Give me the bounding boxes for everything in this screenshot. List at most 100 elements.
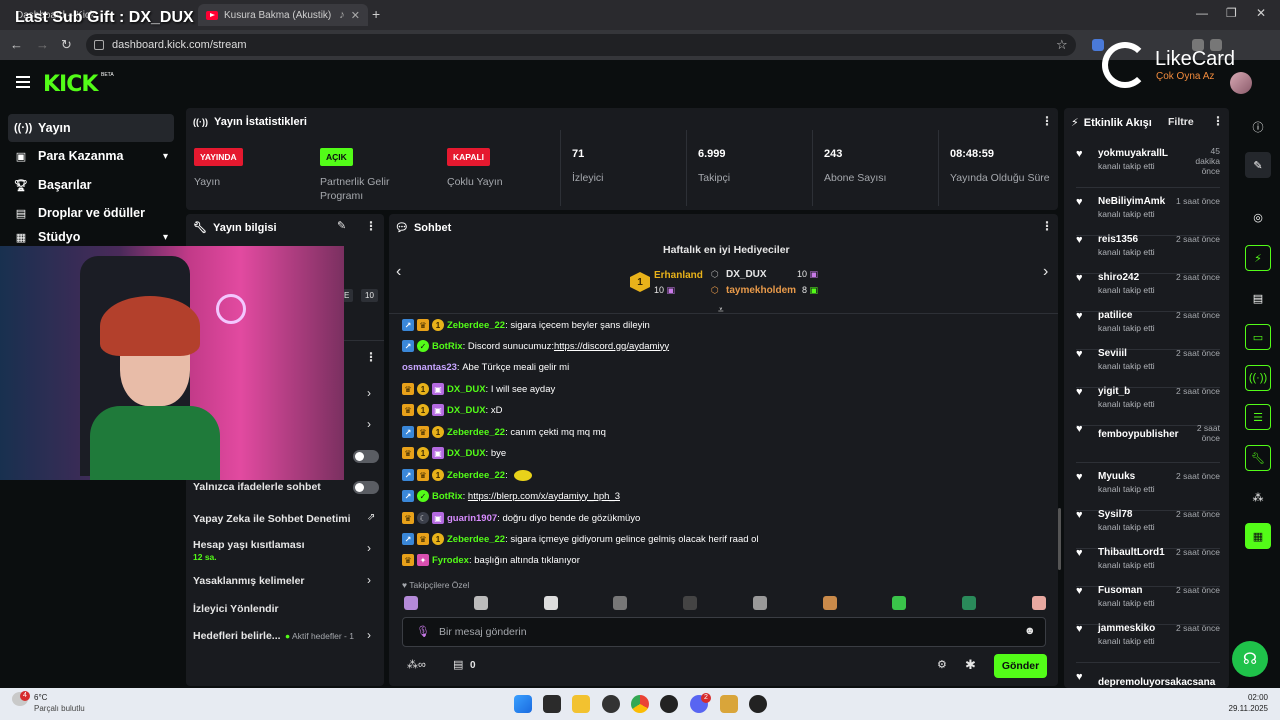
- emote-icon[interactable]: [822, 596, 837, 610]
- chevron-left-icon[interactable]: ‹: [396, 263, 401, 281]
- emote-icon[interactable]: [683, 596, 698, 610]
- activity-event[interactable]: ♥ femboypublisher 2 saat önce: [1076, 419, 1220, 453]
- edit-icon[interactable]: ✎: [1245, 152, 1271, 178]
- external-link-icon[interactable]: ⇗: [367, 512, 375, 523]
- chat-message[interactable]: ↗ ♛ 1 Zeberdee_22: sigara içmeye gidiyorum …: [402, 529, 759, 549]
- redirect-label[interactable]: İzleyici Yönlendir: [193, 603, 279, 615]
- activity-event[interactable]: ♥ reis1356 kanalı takip etti 2 saat önce: [1076, 230, 1220, 264]
- close-tab-icon[interactable]: ✕: [351, 9, 360, 22]
- emote-icon[interactable]: [543, 596, 558, 610]
- clock-date[interactable]: 29.11.2025: [1218, 704, 1268, 713]
- chat-message[interactable]: ♛ 1 ▣ DX_DUX: xD: [402, 400, 502, 420]
- emote-icon[interactable]: [404, 596, 418, 610]
- channel-points-icon[interactable]: ⁂∞: [407, 658, 426, 671]
- support-headset-icon[interactable]: ☊: [1232, 641, 1268, 677]
- gifter-name[interactable]: taymekholdem: [726, 285, 796, 296]
- broadcast-icon[interactable]: ((·)): [1245, 365, 1271, 391]
- emote-icon[interactable]: [613, 596, 628, 610]
- url-field[interactable]: dashboard.kick.com/stream: [86, 34, 1076, 56]
- back-button[interactable]: ←: [10, 37, 23, 52]
- chat-message[interactable]: ♛ 1 ▣ DX_DUX: I will see ayday: [402, 379, 555, 399]
- chat-message[interactable]: ↗ ✓ BotRix: Discord sunucumuz: https://dis…: [402, 336, 669, 356]
- emote-icon[interactable]: [473, 596, 488, 610]
- sidebar-item-yayin[interactable]: ((·)) Yayın: [8, 114, 174, 142]
- sidebar-item-basarilar[interactable]: 🏆︎ Başarılar: [8, 171, 174, 199]
- windows-start-icon[interactable]: [514, 695, 532, 713]
- emote-only-toggle[interactable]: [353, 481, 379, 494]
- info-icon[interactable]: ⓘ: [1245, 114, 1271, 140]
- chrome-icon[interactable]: [631, 695, 649, 713]
- chat-input-placeholder[interactable]: Bir mesaj gönderin: [439, 626, 527, 638]
- chat-message[interactable]: ↗ ♛ 1 Zeberdee_22: sigara içecem beyler şan…: [402, 315, 650, 335]
- chevron-right-icon[interactable]: ›: [367, 628, 371, 642]
- reload-button[interactable]: ↻: [61, 37, 72, 53]
- activity-event[interactable]: ♥ patilice kanalı takip etti 2 saat önce: [1076, 306, 1220, 340]
- activity-event[interactable]: ♥ Seviiil kanalı takip etti 2 saat önce: [1076, 344, 1220, 378]
- chat-settings-gear-icon[interactable]: ⚙: [937, 658, 947, 671]
- age-limit-label[interactable]: Hesap yaşı kısıtlaması: [193, 539, 305, 551]
- chat-menu-button[interactable]: ⋮: [1041, 219, 1053, 233]
- maximize-button[interactable]: ❐: [1226, 6, 1237, 20]
- activity-event[interactable]: ♥ Sysil78 kanalı takip etti 2 saat önce: [1076, 505, 1220, 539]
- layout-icon[interactable]: ☰: [1245, 404, 1271, 430]
- edit-icon[interactable]: ✎: [337, 219, 346, 232]
- user-avatar[interactable]: [1230, 72, 1252, 94]
- wrench-icon[interactable]: 🔧︎: [1245, 445, 1271, 471]
- chevron-right-icon[interactable]: ›: [367, 386, 371, 400]
- activity-event[interactable]: ♥ Fusoman kanalı takip etti 2 saat önce: [1076, 581, 1220, 615]
- emoji-picker-icon[interactable]: ☻: [1024, 625, 1036, 637]
- chat-message[interactable]: ♛ ✦ Fyrodex: başlığın altında tıklanıyor: [402, 550, 580, 570]
- settings-menu-button[interactable]: ⋮: [365, 350, 377, 364]
- bookmark-star-icon[interactable]: ☆: [1056, 37, 1068, 53]
- chat-message[interactable]: ↗ ♛ 1 Zeberdee_22:: [402, 465, 533, 485]
- pinned-collapse-icon[interactable]: ⩡: [718, 305, 724, 316]
- toggle-switch[interactable]: [353, 450, 379, 463]
- activity-event[interactable]: ♥ NeBiliyimAmk kanalı takip etti 1 saat önc…: [1076, 192, 1220, 226]
- discord-link[interactable]: https://discord.gg/aydamiyy: [554, 341, 669, 352]
- emote-icon[interactable]: [752, 596, 767, 610]
- drops-icon[interactable]: ⁂: [1245, 484, 1271, 510]
- chevron-right-icon[interactable]: ›: [367, 573, 371, 587]
- chat-message[interactable]: ♛ 1 ▣ DX_DUX: bye: [402, 443, 506, 463]
- activity-event[interactable]: ♥ jammeskiko kanalı takip etti 2 saat önce: [1076, 619, 1220, 653]
- close-window-button[interactable]: ✕: [1256, 6, 1266, 20]
- blerp-link[interactable]: https://blerp.com/x/aydamiyy_hph_3: [468, 491, 620, 502]
- file-explorer-icon[interactable]: [572, 695, 590, 713]
- chevron-right-icon[interactable]: ›: [367, 541, 371, 555]
- activity-username[interactable]: depremoluyorsakacsana: [1098, 677, 1220, 688]
- sidebar-item-droplar[interactable]: ▤ Droplar ve ödüller: [8, 199, 174, 227]
- store-icon[interactable]: ▤: [453, 658, 463, 671]
- chat-icon[interactable]: ▭: [1245, 324, 1271, 350]
- app-g-icon[interactable]: [660, 695, 678, 713]
- send-button[interactable]: Gönder: [994, 654, 1047, 678]
- microphone-icon[interactable]: 🎙︎: [416, 625, 430, 638]
- menu-icon[interactable]: [16, 76, 30, 91]
- obs-icon[interactable]: [602, 695, 620, 713]
- stats-menu-button[interactable]: ⋮: [1041, 114, 1053, 128]
- gifter-name[interactable]: Erhanland: [654, 270, 703, 281]
- app-g2-icon[interactable]: [749, 695, 767, 713]
- kick-logo[interactable]: KICK: [43, 72, 98, 97]
- minimize-button[interactable]: —: [1196, 6, 1208, 20]
- browser-tab-youtube[interactable]: Kusura Bakma (Akustik) - Berk ♪ ✕: [198, 4, 368, 26]
- bolt-icon[interactable]: ⚡︎: [1245, 245, 1271, 271]
- kick-app-icon[interactable]: ▦: [1245, 523, 1271, 549]
- task-view-icon[interactable]: [543, 695, 561, 713]
- clock-time[interactable]: 02:00: [1228, 693, 1268, 702]
- chevron-right-icon[interactable]: ›: [367, 417, 371, 431]
- activity-event[interactable]: ♥ Myuuks kanalı takip etti 2 saat önce: [1076, 467, 1220, 501]
- activity-event[interactable]: ♥ shiro242 kanalı takip etti 2 saat önce: [1076, 268, 1220, 302]
- filter-button[interactable]: Filtre: [1168, 116, 1194, 128]
- emote-icon[interactable]: [1031, 596, 1046, 610]
- chat-scrollbar[interactable]: [1058, 508, 1061, 570]
- gifter-name[interactable]: DX_DUX: [726, 269, 767, 280]
- ai-moderation-label[interactable]: Yapay Zeka ile Sohbet Denetimi: [193, 513, 351, 525]
- chat-message[interactable]: osmantas23: Abe Türkçe meali gelir mi: [402, 357, 569, 377]
- chat-message[interactable]: ↗ ♛ 1 Zeberdee_22: canım çekti mq mq mq: [402, 422, 606, 442]
- emote-icon[interactable]: [962, 596, 977, 610]
- goals-label[interactable]: Hedefleri belirle...: [193, 630, 281, 642]
- document-icon[interactable]: ▤: [1245, 285, 1271, 311]
- activity-event[interactable]: ♥ ThibaultLord1 kanalı takip etti 2 saat ön…: [1076, 543, 1220, 577]
- activity-menu-button[interactable]: ⋮: [1212, 114, 1224, 128]
- app-icon[interactable]: [720, 695, 738, 713]
